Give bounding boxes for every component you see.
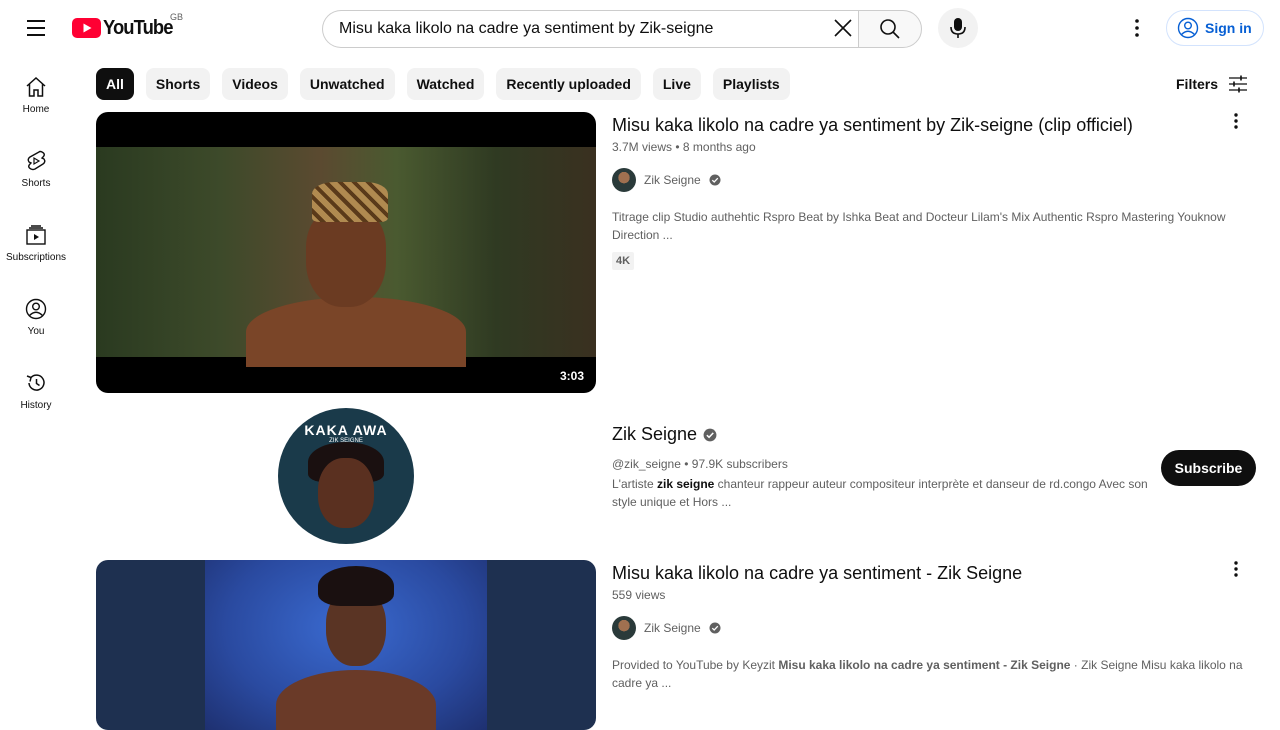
video-menu-button[interactable]	[1224, 557, 1248, 581]
search-input[interactable]	[339, 20, 819, 38]
video-title[interactable]: Misu kaka likolo na cadre ya sentiment b…	[612, 112, 1252, 138]
home-icon	[26, 76, 46, 97]
subscriptions-icon	[26, 225, 46, 245]
view-count: 3.7M views	[612, 140, 673, 154]
channel-name[interactable]: Zik Seigne	[644, 173, 701, 187]
chip-unwatched[interactable]: Unwatched	[299, 68, 395, 100]
channel-row[interactable]: Zik Seigne	[612, 168, 1252, 192]
video-menu-button[interactable]	[1224, 109, 1248, 133]
sidebar-item-label: Subscriptions	[5, 252, 67, 263]
chip-playlists[interactable]: Playlists	[712, 68, 790, 100]
verified-icon	[703, 428, 717, 441]
video-description: Titrage clip Studio authehtic Rspro Beat…	[612, 210, 1226, 242]
chip-all[interactable]: All	[96, 68, 134, 100]
sidebar-item-label: Home	[22, 104, 50, 115]
more-vert-icon	[1135, 19, 1139, 37]
youtube-play-icon	[72, 18, 101, 38]
account-icon	[1177, 17, 1199, 39]
clear-search-button[interactable]	[829, 14, 857, 42]
sidebar-item-shorts[interactable]: Shorts	[0, 130, 72, 204]
avatar-title-text: KAKA AWA	[304, 422, 388, 438]
country-code: GB	[170, 12, 184, 22]
video-info: Misu kaka likolo na cadre ya sentiment -…	[612, 560, 1252, 692]
sidebar-item-label: Shorts	[21, 178, 51, 189]
close-icon	[834, 19, 852, 37]
sign-in-button[interactable]: Sign in	[1166, 10, 1264, 46]
avatar-subtitle-text: ZIK SEIGNE	[329, 438, 363, 444]
history-icon	[26, 374, 45, 391]
settings-more-button[interactable]	[1121, 12, 1153, 44]
voice-search-button[interactable]	[938, 8, 978, 48]
logo-text: YouTube	[103, 16, 173, 39]
channel-card-name[interactable]: Zik Seigne	[612, 424, 697, 445]
filters-label: Filters	[1176, 76, 1219, 92]
channel-handle: @zik_seigne	[612, 457, 681, 471]
channel-card-meta: @zik_seigne • 97.9K subscribers	[612, 457, 788, 471]
sidebar-item-history[interactable]: History	[0, 352, 72, 426]
search-icon	[880, 19, 900, 39]
sidebar-item-home[interactable]: Home	[0, 56, 72, 130]
filter-chips: All Shorts Videos Unwatched Watched Rece…	[96, 68, 790, 100]
sidebar-item-label: You	[27, 326, 45, 337]
duration-badge: 3:03	[555, 367, 588, 385]
sidebar-item-subscriptions[interactable]: Subscriptions	[0, 204, 72, 278]
video-description: Provided to YouTube by Keyzit Misu kaka …	[612, 658, 1243, 690]
sign-in-label: Sign in	[1205, 20, 1252, 36]
sidebar-item-label: History	[20, 400, 52, 411]
channel-description: L'artiste zik seigne chanteur rappeur au…	[612, 477, 1148, 509]
shorts-icon	[27, 150, 46, 171]
thumbnail-image	[96, 147, 596, 367]
chip-live[interactable]: Live	[652, 68, 701, 100]
channel-name[interactable]: Zik Seigne	[644, 621, 701, 635]
quality-badge: 4K	[612, 252, 635, 270]
tune-icon	[1229, 75, 1248, 93]
more-vert-icon	[1234, 113, 1238, 129]
more-vert-icon	[1234, 561, 1238, 577]
upload-age: 8 months ago	[682, 140, 756, 154]
verified-icon	[709, 174, 721, 186]
chip-watched[interactable]: Watched	[406, 68, 485, 100]
filters-button[interactable]: Filters	[1176, 72, 1248, 96]
channel-avatar[interactable]	[612, 168, 636, 192]
chip-videos[interactable]: Videos	[222, 68, 288, 100]
sidebar-item-you[interactable]: You	[0, 278, 72, 352]
you-icon	[25, 298, 47, 320]
menu-icon[interactable]	[20, 12, 52, 44]
subscriber-count: 97.9K subscribers	[691, 457, 788, 471]
masthead: YouTube GB Sign in	[0, 0, 1280, 56]
search-box	[322, 10, 859, 48]
channel-card-name-row[interactable]: Zik Seigne	[612, 424, 1152, 445]
channel-info: Zik Seigne @zik_seigne • 97.9K subscribe…	[612, 424, 1152, 511]
subscribe-button[interactable]: Subscribe	[1161, 450, 1256, 486]
youtube-logo[interactable]: YouTube GB	[72, 12, 183, 40]
microphone-icon	[950, 18, 966, 38]
video-thumbnail[interactable]	[96, 560, 596, 730]
video-info: Misu kaka likolo na cadre ya sentiment b…	[612, 112, 1252, 270]
video-thumbnail[interactable]: 3:03	[96, 112, 596, 393]
chip-shorts[interactable]: Shorts	[145, 68, 211, 100]
verified-icon	[709, 622, 721, 634]
channel-avatar-large[interactable]: KAKA AWA ZIK SEIGNE	[278, 408, 414, 544]
mini-guide: Home Shorts Subscriptions You History	[0, 56, 72, 426]
view-count: 559 views	[612, 588, 666, 602]
channel-row[interactable]: Zik Seigne	[612, 616, 1252, 640]
video-metadata: 3.7M views • 8 months ago	[612, 140, 756, 154]
chip-recently-uploaded[interactable]: Recently uploaded	[496, 68, 641, 100]
search-button[interactable]	[858, 10, 922, 48]
video-title[interactable]: Misu kaka likolo na cadre ya sentiment -…	[612, 560, 1252, 586]
channel-avatar[interactable]	[612, 616, 636, 640]
